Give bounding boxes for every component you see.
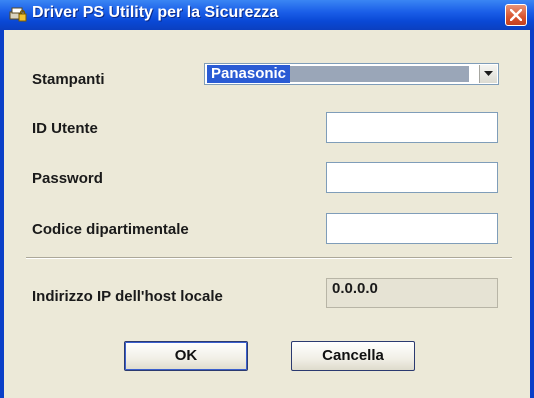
password-field[interactable]	[326, 162, 498, 193]
ok-button[interactable]: OK	[124, 341, 248, 371]
printer-select[interactable]: Panasonic	[204, 63, 499, 85]
local-ip-label: Indirizzo IP dell'host locale	[32, 288, 223, 305]
department-code-label: Codice dipartimentale	[32, 221, 189, 238]
close-icon	[510, 9, 522, 21]
local-ip-value: 0.0.0.0	[326, 278, 498, 308]
close-button[interactable]	[505, 4, 527, 26]
dialog-body: Stampanti Panasonic ID Utente Password C…	[4, 30, 530, 398]
window-title: Driver PS Utility per la Sicurezza	[32, 4, 279, 21]
separator	[26, 257, 512, 259]
cancel-button[interactable]: Cancella	[291, 341, 415, 371]
chevron-down-icon	[484, 71, 493, 76]
printer-lock-icon	[9, 7, 27, 22]
department-code-field[interactable]	[326, 213, 498, 244]
user-id-label: ID Utente	[32, 120, 98, 137]
password-label: Password	[32, 170, 103, 187]
printer-select-selected-text: Panasonic	[207, 65, 291, 83]
user-id-field[interactable]	[326, 112, 498, 143]
printer-select-value: Panasonic	[207, 65, 469, 83]
dropdown-button[interactable]	[479, 65, 497, 83]
printer-label: Stampanti	[32, 71, 105, 88]
dialog-window: Driver PS Utility per la Sicurezza Stamp…	[0, 0, 534, 398]
title-bar[interactable]: Driver PS Utility per la Sicurezza	[0, 0, 534, 30]
